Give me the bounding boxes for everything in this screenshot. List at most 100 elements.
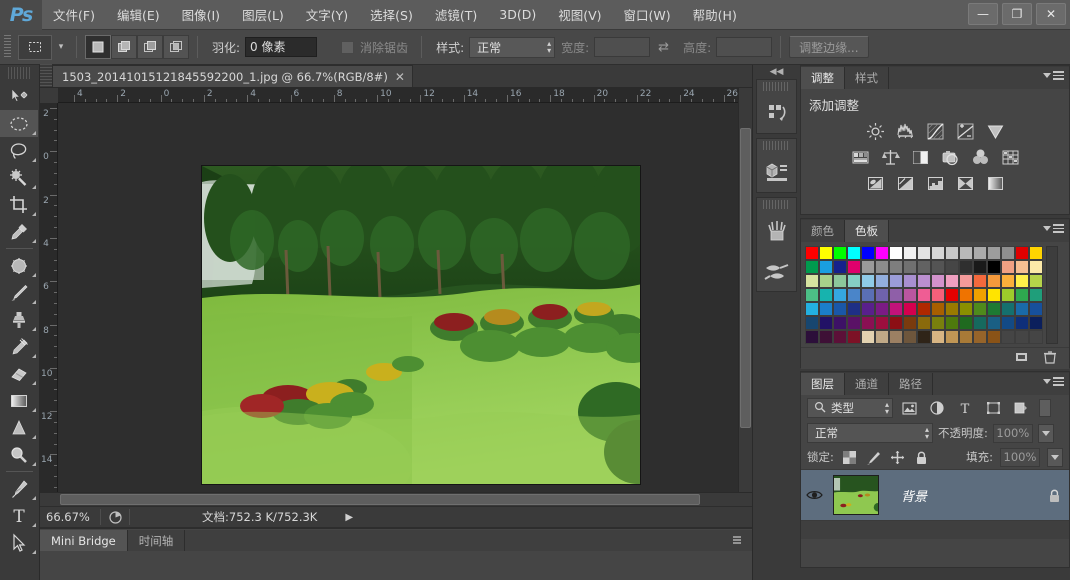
color-swatch[interactable]	[875, 246, 889, 260]
current-tool-icon[interactable]	[18, 35, 52, 60]
color-swatch[interactable]	[847, 288, 861, 302]
layer-row-background[interactable]: 背景	[801, 469, 1069, 521]
lock-transparency-icon[interactable]	[841, 449, 858, 466]
color-swatch[interactable]	[805, 330, 819, 344]
tab-styles[interactable]: 样式	[845, 67, 889, 89]
color-swatch[interactable]	[833, 330, 847, 344]
filter-shape-icon[interactable]	[981, 398, 1005, 418]
document-tab-grip[interactable]	[40, 64, 52, 87]
color-lookup-icon[interactable]	[997, 146, 1024, 168]
color-swatch[interactable]	[1015, 302, 1029, 316]
menu-layer[interactable]: 图层(L)	[231, 1, 295, 28]
color-swatch[interactable]	[945, 274, 959, 288]
color-swatch[interactable]	[945, 246, 959, 260]
antialias-checkbox[interactable]	[341, 41, 354, 54]
color-swatch[interactable]	[1015, 316, 1029, 330]
history-panel-icon[interactable]	[757, 93, 796, 133]
color-swatch[interactable]	[861, 260, 875, 274]
color-swatch[interactable]	[847, 246, 861, 260]
magic-wand-tool[interactable]	[0, 164, 38, 191]
color-swatch[interactable]	[973, 330, 987, 344]
path-selection-tool[interactable]	[0, 529, 38, 556]
feather-input[interactable]: 0 像素	[245, 37, 317, 57]
color-swatch[interactable]	[861, 274, 875, 288]
color-swatch[interactable]	[1015, 246, 1029, 260]
color-swatch[interactable]	[847, 260, 861, 274]
opacity-chevron-down-icon[interactable]	[1038, 424, 1054, 443]
color-swatch[interactable]	[1029, 274, 1043, 288]
color-swatch[interactable]	[861, 246, 875, 260]
menu-file[interactable]: 文件(F)	[42, 1, 106, 28]
gradient-map-icon[interactable]	[982, 172, 1009, 194]
color-swatch[interactable]	[987, 330, 1001, 344]
swatches-panel-menu-icon[interactable]	[1043, 224, 1064, 233]
brightness-contrast-icon[interactable]	[862, 120, 889, 142]
tab-mini-bridge[interactable]: Mini Bridge	[40, 530, 128, 551]
color-swatch[interactable]	[1001, 246, 1015, 260]
swatches-scrollbar[interactable]	[1046, 246, 1058, 344]
color-swatch[interactable]	[987, 316, 1001, 330]
brush-tool[interactable]	[0, 279, 38, 306]
opacity-value[interactable]: 100%	[993, 424, 1033, 443]
color-swatch[interactable]	[861, 302, 875, 316]
color-swatch[interactable]	[819, 330, 833, 344]
color-swatch[interactable]	[903, 330, 917, 344]
color-swatch[interactable]	[833, 260, 847, 274]
lock-all-icon[interactable]	[913, 449, 930, 466]
posterize-icon[interactable]	[892, 172, 919, 194]
filter-enable-toggle[interactable]	[1039, 399, 1051, 417]
color-swatch[interactable]	[805, 302, 819, 316]
menu-filter[interactable]: 滤镜(T)	[424, 1, 488, 28]
color-swatch[interactable]	[1015, 330, 1029, 344]
swap-dimensions-icon[interactable]: ⇄	[650, 40, 677, 55]
color-swatch[interactable]	[917, 246, 931, 260]
color-swatch[interactable]	[917, 274, 931, 288]
document-tab[interactable]: 1503_20141015121845592200_1.jpg @ 66.7%(…	[52, 65, 413, 87]
color-swatch[interactable]	[833, 246, 847, 260]
lasso-tool[interactable]	[0, 137, 38, 164]
eraser-tool[interactable]	[0, 360, 38, 387]
color-balance-icon[interactable]	[877, 146, 904, 168]
canvas-horizontal-scrollbar[interactable]	[40, 492, 752, 506]
color-swatch[interactable]	[1029, 316, 1043, 330]
layers-list-empty-area[interactable]	[801, 521, 1069, 539]
color-swatch[interactable]	[875, 316, 889, 330]
menu-view[interactable]: 视图(V)	[547, 1, 612, 28]
tool-preset-chevron-down-icon[interactable]: ▾	[54, 42, 68, 52]
filter-smart-object-icon[interactable]	[1009, 398, 1033, 418]
color-swatch[interactable]	[847, 274, 861, 288]
color-swatch[interactable]	[805, 316, 819, 330]
color-swatch[interactable]	[959, 302, 973, 316]
layer-kind-select[interactable]: 类型 ▴▾	[807, 398, 893, 418]
horizontal-scroll-thumb[interactable]	[60, 494, 700, 505]
canvas-vertical-scrollbar[interactable]	[738, 88, 752, 492]
close-icon[interactable]: ✕	[395, 70, 405, 84]
color-swatch[interactable]	[875, 260, 889, 274]
color-swatch[interactable]	[973, 260, 987, 274]
style-select[interactable]: 正常 ▴▾	[469, 37, 555, 58]
color-swatch[interactable]	[819, 302, 833, 316]
color-swatch[interactable]	[1001, 260, 1015, 274]
expand-panels-icon[interactable]: ◀◀	[753, 65, 800, 79]
color-swatch[interactable]	[861, 288, 875, 302]
menu-select[interactable]: 选择(S)	[359, 1, 424, 28]
color-swatch[interactable]	[931, 316, 945, 330]
color-swatch[interactable]	[875, 274, 889, 288]
add-to-selection-button[interactable]	[111, 35, 137, 59]
vertical-ruler[interactable]: 20246810121416	[40, 103, 58, 506]
color-swatch[interactable]	[945, 330, 959, 344]
color-swatch[interactable]	[833, 302, 847, 316]
color-swatch[interactable]	[889, 288, 903, 302]
color-swatch[interactable]	[917, 288, 931, 302]
tab-color[interactable]: 颜色	[801, 220, 845, 242]
vibrance-icon[interactable]	[982, 120, 1009, 142]
black-white-icon[interactable]	[907, 146, 934, 168]
intersect-selection-button[interactable]	[163, 35, 189, 59]
color-swatch[interactable]	[805, 274, 819, 288]
color-swatch[interactable]	[931, 246, 945, 260]
color-swatch[interactable]	[973, 316, 987, 330]
lock-paint-icon[interactable]	[865, 449, 882, 466]
color-swatch[interactable]	[931, 274, 945, 288]
spot-healing-brush-tool[interactable]	[0, 252, 38, 279]
color-swatch[interactable]	[959, 288, 973, 302]
